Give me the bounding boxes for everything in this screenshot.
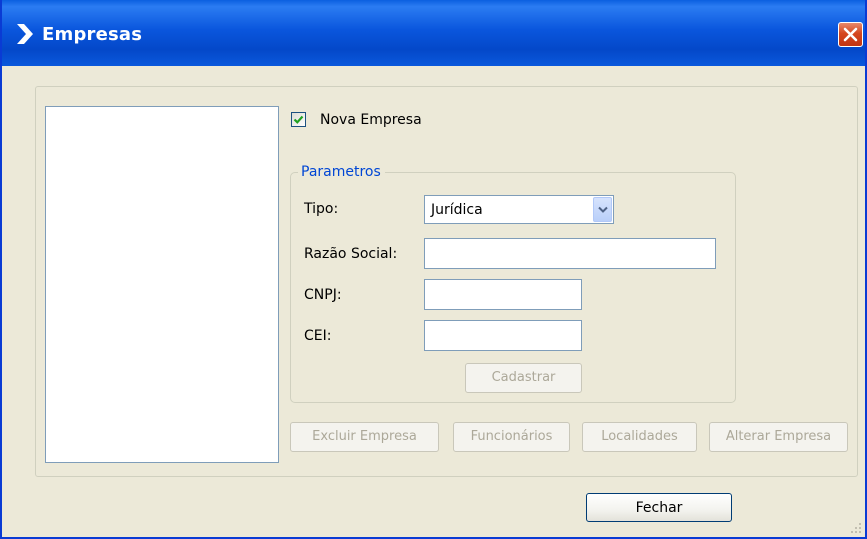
close-icon: [843, 27, 858, 42]
empresas-window: Empresas Nova Empresa Parametros Tipo: J…: [0, 0, 867, 539]
chevron-down-icon: [598, 206, 608, 213]
tipo-select-value: Jurídica: [431, 202, 483, 218]
cei-label: CEI:: [304, 328, 332, 344]
window-client-area: Nova Empresa Parametros Tipo: Jurídica R…: [2, 66, 865, 537]
parametros-legend: Parametros: [298, 164, 385, 180]
cnpj-label: CNPJ:: [304, 287, 342, 303]
resize-grip-icon[interactable]: [850, 522, 862, 534]
excluir-empresa-button[interactable]: Excluir Empresa: [290, 422, 439, 452]
chevron-right-icon: [17, 24, 33, 44]
nova-empresa-label[interactable]: Nova Empresa: [320, 112, 422, 128]
cadastrar-button[interactable]: Cadastrar: [465, 363, 582, 393]
fechar-button[interactable]: Fechar: [586, 493, 732, 522]
cei-input[interactable]: [424, 320, 582, 351]
checkmark-icon: [293, 115, 304, 124]
tipo-label: Tipo:: [304, 201, 339, 217]
nova-empresa-checkbox[interactable]: [291, 112, 306, 127]
funcionarios-button[interactable]: Funcionários: [453, 422, 570, 452]
close-button[interactable]: [838, 22, 863, 47]
title-bar[interactable]: Empresas: [2, 0, 865, 66]
window-title: Empresas: [42, 24, 143, 45]
cnpj-input[interactable]: [424, 279, 582, 310]
razao-social-input[interactable]: [424, 238, 716, 269]
tipo-select[interactable]: Jurídica: [424, 195, 614, 224]
localidades-button[interactable]: Localidades: [582, 422, 697, 452]
razao-social-label: Razão Social:: [304, 246, 398, 262]
tipo-dropdown-button[interactable]: [593, 197, 612, 222]
empresas-list[interactable]: [45, 106, 279, 463]
alterar-empresa-button[interactable]: Alterar Empresa: [709, 422, 848, 452]
